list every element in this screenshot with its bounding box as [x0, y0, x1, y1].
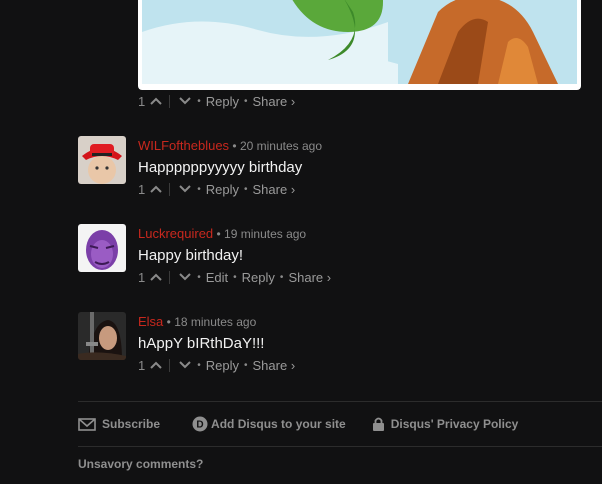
dot-separator: • [244, 183, 248, 195]
downvote-chevron-down-icon[interactable] [178, 94, 192, 108]
avatar[interactable] [78, 312, 126, 360]
vote-separator [169, 358, 171, 372]
avatar[interactable] [78, 224, 126, 272]
comment-meta: 1 • Reply • Share › [138, 357, 295, 373]
add-disqus-label: Add Disqus to your site [211, 417, 346, 431]
dot-separator: • [244, 95, 248, 107]
reply-link[interactable]: Reply [242, 270, 275, 285]
vote-count: 1 [138, 269, 146, 285]
comment-header: WILFoftheblues • 20 minutes ago [138, 138, 322, 153]
upvote-chevron-up-icon[interactable] [149, 358, 163, 372]
vote-separator [169, 94, 171, 108]
avatar[interactable] [78, 136, 126, 184]
subscribe-link[interactable]: Subscribe [78, 417, 160, 431]
reply-link[interactable]: Reply [206, 358, 239, 373]
comments-page: 1 • Reply • Share › WILFoftheblues • 20 … [0, 0, 602, 484]
vote-separator [169, 182, 171, 196]
author-name[interactable]: WILFoftheblues [138, 138, 229, 153]
dot-separator: • [279, 271, 284, 283]
reply-link[interactable]: Reply [206, 182, 239, 197]
dot-separator: • [197, 95, 201, 107]
vote-count: 1 [138, 93, 146, 109]
edit-link[interactable]: Edit [206, 270, 228, 285]
downvote-chevron-down-icon[interactable] [178, 270, 192, 284]
upvote-chevron-up-icon[interactable] [149, 94, 163, 108]
dot-separator: • [244, 359, 248, 371]
comment-text: hAppY bIRthDaY!!! [138, 335, 265, 352]
share-link[interactable]: Share › [253, 358, 296, 373]
dot-separator: • [216, 227, 225, 241]
timestamp[interactable]: 18 minutes ago [174, 315, 256, 329]
comment-meta: 1 • Reply • Share › [138, 181, 295, 197]
comment-text: Happppppyyyyy birthday [138, 159, 303, 176]
comment-text: Happy birthday! [138, 247, 244, 264]
dot-separator: • [197, 183, 201, 195]
disqus-footer: Subscribe D Add Disqus to your site Disq… [78, 401, 602, 447]
envelope-icon [78, 417, 96, 431]
upvote-chevron-up-icon[interactable] [149, 270, 163, 284]
share-link[interactable]: Share › [253, 94, 296, 109]
timestamp[interactable]: 19 minutes ago [224, 227, 306, 241]
dot-separator: • [233, 271, 237, 283]
subscribe-label: Subscribe [102, 417, 161, 431]
comment-attached-image[interactable] [138, 0, 581, 90]
comment-header: Elsa • 18 minutes ago [138, 314, 256, 329]
downvote-chevron-down-icon[interactable] [178, 182, 192, 196]
disqus-logo-icon: D [192, 416, 208, 432]
dot-separator: • [197, 271, 201, 283]
share-link[interactable]: Share › [253, 182, 296, 197]
dot-separator: • [232, 139, 240, 153]
vote-separator [169, 270, 171, 284]
author-name[interactable]: Elsa [138, 314, 163, 329]
comment-meta-top: 1 • Reply • Share › [138, 93, 295, 109]
add-disqus-link[interactable]: D Add Disqus to your site [192, 416, 346, 432]
share-link[interactable]: Share › [288, 270, 331, 285]
upvote-chevron-up-icon[interactable] [149, 182, 163, 196]
timestamp[interactable]: 20 minutes ago [240, 139, 322, 153]
section-title: Unsavory comments? [78, 457, 204, 471]
svg-text:D: D [196, 420, 203, 431]
comment-meta: 1 • Edit • Reply • Share › [138, 269, 331, 285]
vote-count: 1 [138, 181, 146, 197]
dot-separator: • [197, 359, 201, 371]
lock-icon [372, 416, 385, 432]
downvote-chevron-down-icon[interactable] [178, 358, 192, 372]
comment-header: Luckrequired • 19 minutes ago [138, 226, 306, 241]
vote-count: 1 [138, 357, 146, 373]
privacy-policy-link[interactable]: Disqus' Privacy Policy [372, 416, 519, 432]
reply-link[interactable]: Reply [206, 94, 239, 109]
author-name[interactable]: Luckrequired [138, 226, 213, 241]
privacy-policy-label: Disqus' Privacy Policy [390, 417, 519, 431]
